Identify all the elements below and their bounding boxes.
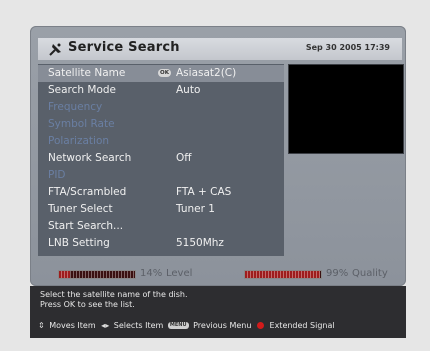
menu-item-search-mode[interactable]: Search Mode Auto [38,82,284,99]
settings-menu: Satellite Name OK Asiasat2(C) Search Mod… [38,64,284,256]
menu-item-value: 5150Mhz [176,237,224,249]
menu-item-label: Search Mode [48,84,117,96]
menu-item-frequency: Frequency [38,99,284,116]
menu-item-value: Asiasat2(C) [176,67,237,79]
up-down-arrows-icon: ⇕ [38,321,45,330]
menu-item-label: Satellite Name [48,67,126,79]
help-footer: Select the satellite name of the dish. P… [30,286,406,338]
level-percent: 14% [140,268,163,279]
menu-item-label: FTA/Scrambled [48,186,127,198]
menu-item-value: Auto [176,84,201,96]
video-preview [288,64,404,154]
menu-key-icon: MENU [167,322,189,329]
menu-item-value: Off [176,152,192,164]
quality-bar [244,270,322,279]
menu-item-label: PID [48,169,66,181]
signal-meters: 14% Level 99% Quality [30,264,406,286]
menu-item-symbol-rate: Symbol Rate [38,116,284,133]
menu-item-tuner-select[interactable]: Tuner Select Tuner 1 [38,201,284,218]
ok-key-icon: OK [158,69,171,77]
quality-label: Quality [352,268,388,279]
menu-item-label: Symbol Rate [48,118,115,130]
help-text-line2: Press OK to see the list. [40,300,135,309]
menu-item-label: Tuner Select [48,203,113,215]
quality-percent: 99% [326,268,349,279]
page-title: Service Search [68,40,180,55]
help-text-line1: Select the satellite name of the dish. [40,290,188,299]
left-right-arrows-icon: ◂▸ [101,321,110,330]
menu-item-satellite-name[interactable]: Satellite Name OK Asiasat2(C) [38,65,284,82]
level-bar [58,270,136,279]
red-button-icon [256,322,264,329]
menu-item-label: LNB Setting [48,237,110,249]
moves-item-label: Moves Item [49,321,96,330]
menu-item-lnb-setting[interactable]: LNB Setting 5150Mhz [38,235,284,252]
menu-item-value: Tuner 1 [176,203,215,215]
menu-item-network-search[interactable]: Network Search Off [38,150,284,167]
menu-item-label: Polarization [48,135,110,147]
menu-item-fta-scrambled[interactable]: FTA/Scrambled FTA + CAS [38,184,284,201]
satellite-icon [49,43,61,56]
menu-item-label: Network Search [48,152,132,164]
key-legend: ⇕ Moves Item ◂▸ Selects Item MENU Previo… [38,321,335,330]
menu-item-label: Start Search... [48,220,124,232]
menu-item-label: Frequency [48,101,103,113]
datetime: Sep 30 2005 17:39 [305,43,390,52]
menu-item-value: FTA + CAS [176,186,232,198]
title-bar: Service Search Sep 30 2005 17:39 [38,38,402,60]
menu-item-start-search[interactable]: Start Search... [38,218,284,235]
previous-menu-label: Previous Menu [193,321,252,330]
menu-item-polarization: Polarization [38,133,284,150]
extended-signal-label: Extended Signal [269,321,335,330]
menu-item-pid: PID [38,167,284,184]
selects-item-label: Selects Item [113,321,164,330]
level-label: Level [166,268,193,279]
